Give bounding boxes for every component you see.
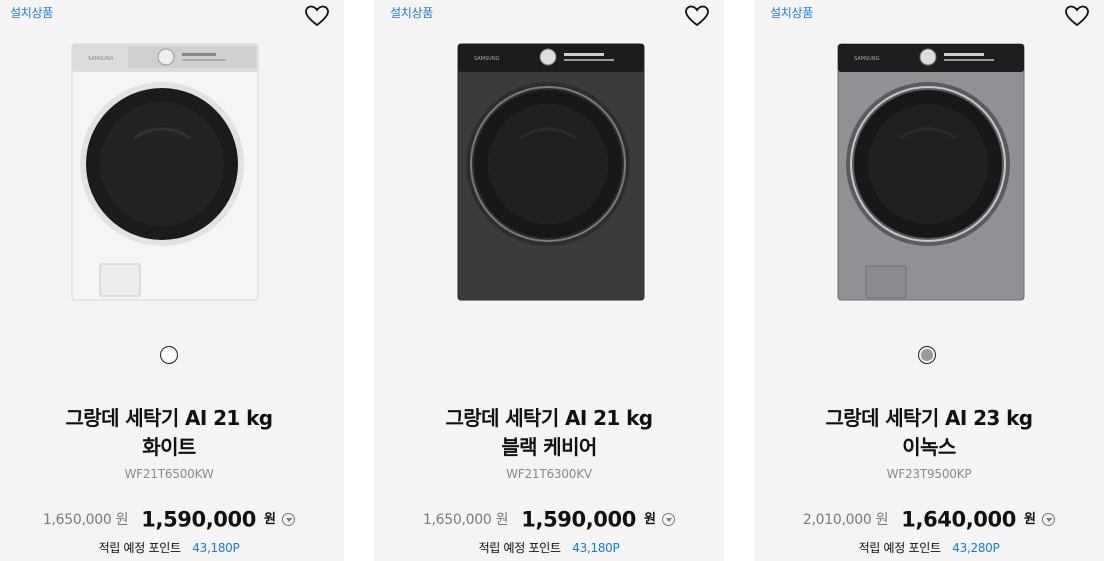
price-info-chevron-icon[interactable] — [662, 513, 676, 526]
product-title-line2: 화이트 — [142, 435, 196, 459]
currency-label: 원 — [644, 511, 656, 527]
washer-image[interactable]: SAMSUNG — [456, 42, 646, 304]
points-row: 적립 예정 포인트 43,280P — [754, 539, 1104, 556]
price-row: 1,650,000 원 1,590,000 원 — [374, 505, 724, 533]
wishlist-heart-icon[interactable] — [1064, 4, 1090, 28]
wishlist-heart-icon[interactable] — [304, 4, 330, 28]
product-title-line2: 블랙 케비어 — [501, 435, 597, 459]
points-value: 43,180P — [192, 541, 240, 555]
original-price: 1,650,000 원 — [42, 511, 129, 528]
product-title-line1: 그랑데 세탁기 AI 21 kg — [445, 406, 653, 430]
product-title[interactable]: 그랑데 세탁기 AI 23 kg 이녹스 — [754, 404, 1104, 462]
price-row: 2,010,000 원 1,640,000 원 — [754, 505, 1104, 533]
original-price: 2,010,000 원 — [802, 511, 889, 528]
points-label: 적립 예정 포인트 — [478, 541, 562, 555]
product-title-line2: 이녹스 — [902, 435, 956, 459]
sale-price: 1,590,000 — [521, 507, 636, 532]
product-card[interactable]: 설치상품 SAMSUNG 그랑데 세탁기 AI 21 kg 화이트 WF21T6… — [0, 0, 344, 561]
points-label: 적립 예정 포인트 — [98, 541, 182, 555]
currency-label: 원 — [1024, 511, 1036, 527]
price-info-chevron-icon[interactable] — [282, 513, 296, 526]
product-card[interactable]: 설치상품 SAMSUNG 그랑데 세탁기 AI 23 kg 이녹스 WF23T9… — [754, 0, 1104, 561]
product-title-line1: 그랑데 세탁기 AI 21 kg — [65, 406, 273, 430]
model-number: WF23T9500KP — [886, 467, 972, 481]
install-badge: 설치상품 — [390, 6, 433, 20]
points-value: 43,280P — [952, 541, 1000, 555]
points-row: 적립 예정 포인트 43,180P — [0, 539, 344, 556]
wishlist-heart-icon[interactable] — [684, 4, 710, 28]
original-price: 1,650,000 원 — [422, 511, 509, 528]
price-row: 1,650,000 원 1,590,000 원 — [0, 505, 344, 533]
model-number: WF21T6500KW — [124, 467, 214, 481]
sale-price: 1,590,000 — [141, 507, 256, 532]
product-title[interactable]: 그랑데 세탁기 AI 21 kg 화이트 — [0, 404, 344, 462]
washer-image[interactable]: SAMSUNG — [836, 42, 1026, 304]
washer-image[interactable]: SAMSUNG — [70, 42, 260, 304]
sale-price: 1,640,000 — [901, 507, 1016, 532]
model-number: WF21T6300KV — [506, 467, 592, 481]
product-title-line1: 그랑데 세탁기 AI 23 kg — [825, 406, 1033, 430]
svg-text:SAMSUNG: SAMSUNG — [474, 56, 500, 62]
points-label: 적립 예정 포인트 — [858, 541, 942, 555]
price-info-chevron-icon[interactable] — [1042, 513, 1056, 526]
svg-text:SAMSUNG: SAMSUNG — [88, 56, 114, 62]
currency-label: 원 — [264, 511, 276, 527]
points-row: 적립 예정 포인트 43,180P — [374, 539, 724, 556]
product-title[interactable]: 그랑데 세탁기 AI 21 kg 블랙 케비어 — [374, 404, 724, 462]
product-card[interactable]: 설치상품 SAMSUNG 그랑데 세탁기 AI 21 kg 블랙 케비어 WF2… — [374, 0, 724, 561]
install-badge: 설치상품 — [770, 6, 813, 20]
install-badge: 설치상품 — [10, 6, 53, 20]
color-swatch-inox[interactable] — [918, 346, 936, 364]
svg-text:SAMSUNG: SAMSUNG — [854, 56, 880, 62]
points-value: 43,180P — [572, 541, 620, 555]
color-swatch-white[interactable] — [160, 346, 178, 364]
